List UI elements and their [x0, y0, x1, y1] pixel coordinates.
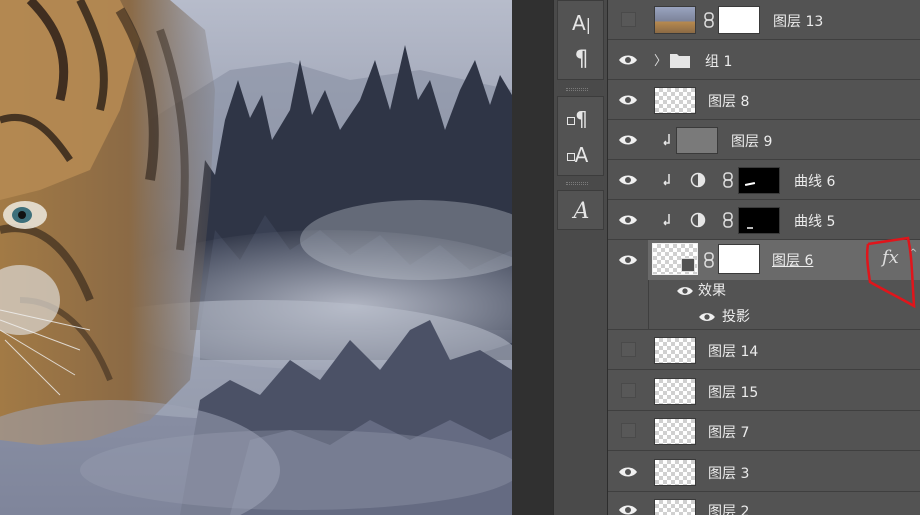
layer-thumbnail	[654, 378, 696, 405]
layer-name[interactable]: 图层 13	[773, 11, 823, 31]
layer-thumbnail	[654, 499, 696, 515]
layer-thumbnail	[654, 337, 696, 364]
layer-mask-thumbnail[interactable]	[738, 167, 780, 194]
layer-row-13[interactable]: 图层 13	[608, 0, 920, 40]
layer-name[interactable]: 曲线 5	[794, 211, 835, 231]
panel-grip[interactable]	[566, 88, 588, 91]
layer-thumbnail	[676, 127, 718, 154]
layer-thumbnail	[654, 418, 696, 445]
layer-row-15[interactable]: 图层 15	[608, 371, 920, 411]
layer-name[interactable]: 图层 6	[772, 250, 813, 270]
eye-icon[interactable]	[618, 172, 638, 188]
drop-shadow-effect[interactable]: 投影	[722, 306, 750, 326]
layer-row-6-block: 图层 6 fx ^ 效果 投影	[608, 236, 920, 330]
canvas-image	[0, 0, 512, 515]
adjustment-layer-icon	[690, 172, 706, 188]
clipping-arrow-icon	[663, 134, 670, 146]
layer-row-9[interactable]: 图层 9	[608, 120, 920, 160]
tool-group-text: A| ¶	[557, 0, 604, 80]
eye-icon[interactable]	[676, 284, 694, 298]
eye-icon[interactable]	[698, 310, 716, 324]
layer-name[interactable]: 图层 15	[708, 382, 758, 402]
character-icon: A|	[571, 11, 592, 35]
eye-icon[interactable]	[618, 502, 638, 515]
clipping-arrow-icon	[663, 174, 670, 186]
adjustment-curves-5[interactable]: 曲线 5	[608, 200, 920, 240]
layer-thumbnail	[652, 243, 698, 275]
eye-icon[interactable]	[618, 52, 638, 68]
glyphs-panel-button[interactable]: A	[558, 195, 605, 227]
eye-icon[interactable]	[618, 132, 638, 148]
effects-label[interactable]: 效果	[698, 280, 726, 300]
visibility-toggle-off[interactable]	[621, 383, 636, 398]
glyph-icon: A	[573, 198, 590, 224]
panel-tool-strip: A| ¶ ¶ A A	[553, 0, 608, 515]
character-style-icon: A	[566, 143, 588, 167]
layer-name[interactable]: 图层 3	[708, 463, 749, 483]
layer-thumbnail	[654, 87, 696, 114]
annotation-circle	[865, 236, 916, 309]
document-canvas[interactable]	[0, 0, 512, 515]
link-icon	[723, 212, 733, 228]
canvas-pasteboard	[512, 0, 553, 515]
layer-group-1[interactable]: 〉 组 1	[608, 40, 920, 80]
eye-icon[interactable]	[618, 212, 638, 228]
paragraph-styles-button[interactable]: ¶	[558, 103, 605, 135]
clipping-arrow-icon	[663, 214, 670, 226]
paragraph-panel-button[interactable]: ¶	[558, 43, 605, 75]
adjustment-layer-icon	[690, 212, 706, 228]
folder-icon	[670, 54, 690, 68]
character-styles-button[interactable]: A	[558, 139, 605, 171]
layer-name[interactable]: 图层 14	[708, 341, 758, 361]
layer-name[interactable]: 组 1	[705, 51, 732, 71]
layer-row-2[interactable]: 图层 2	[608, 492, 920, 515]
paragraph-style-icon: ¶	[567, 107, 588, 131]
layer-mask-thumbnail[interactable]	[718, 244, 760, 274]
panel-grip[interactable]	[566, 182, 588, 185]
smart-object-badge-icon	[681, 258, 695, 272]
layers-panel: 图层 13 〉 组 1 图层 8 图层 9 曲线 6 曲线 5 图层 6 fx …	[608, 0, 920, 515]
visibility-toggle-off[interactable]	[621, 342, 636, 357]
layer-name[interactable]: 图层 9	[731, 131, 772, 151]
layer-name[interactable]: 图层 7	[708, 422, 749, 442]
layer-name[interactable]: 图层 8	[708, 91, 749, 111]
eye-icon[interactable]	[618, 464, 638, 480]
layer-row-7[interactable]: 图层 7	[608, 411, 920, 451]
adjustment-curves-6[interactable]: 曲线 6	[608, 160, 920, 200]
layer-row-8[interactable]: 图层 8	[608, 80, 920, 120]
link-icon	[704, 252, 714, 268]
chevron-right-icon[interactable]: 〉	[654, 50, 667, 69]
character-panel-button[interactable]: A|	[558, 7, 605, 39]
visibility-toggle-off[interactable]	[621, 423, 636, 438]
visibility-toggle-off[interactable]	[621, 12, 636, 27]
layer-mask-thumbnail[interactable]	[738, 207, 780, 234]
link-icon	[704, 12, 714, 28]
eye-icon[interactable]	[618, 252, 638, 268]
layer-mask-thumbnail[interactable]	[718, 6, 760, 34]
link-icon	[723, 172, 733, 188]
tool-group-glyphs: A	[557, 190, 604, 230]
layer-row-14[interactable]: 图层 14	[608, 330, 920, 370]
layer-thumbnail	[654, 6, 696, 34]
layer-name[interactable]: 图层 2	[708, 501, 749, 515]
layer-name[interactable]: 曲线 6	[794, 171, 835, 191]
paragraph-icon: ¶	[574, 46, 589, 72]
layer-row-3[interactable]: 图层 3	[608, 452, 920, 492]
layer-thumbnail	[654, 459, 696, 486]
eye-icon[interactable]	[618, 92, 638, 108]
tool-group-styles: ¶ A	[557, 96, 604, 176]
